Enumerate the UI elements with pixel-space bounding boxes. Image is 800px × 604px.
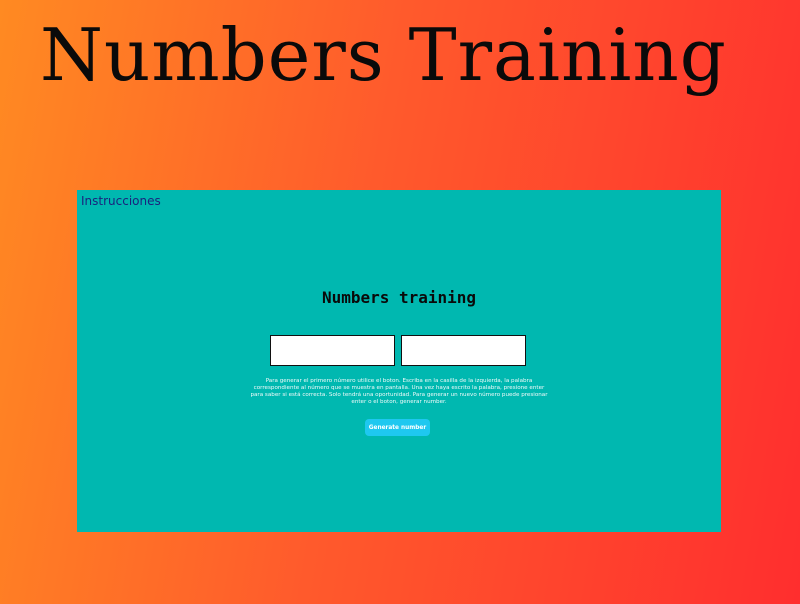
instructions-text: Para generar el primero número utilice e… <box>250 378 548 405</box>
app-screenshot-frame: Instrucciones Numbers training Para gene… <box>77 190 721 532</box>
hero-title: Numbers Training <box>40 13 727 97</box>
instructions-link[interactable]: Instrucciones <box>81 194 161 208</box>
app-title: Numbers training <box>321 288 477 307</box>
generate-number-button[interactable]: Generate number <box>365 419 430 436</box>
word-answer-input[interactable] <box>401 335 526 366</box>
number-display-input[interactable] <box>270 335 395 366</box>
inputs-row <box>270 335 526 366</box>
